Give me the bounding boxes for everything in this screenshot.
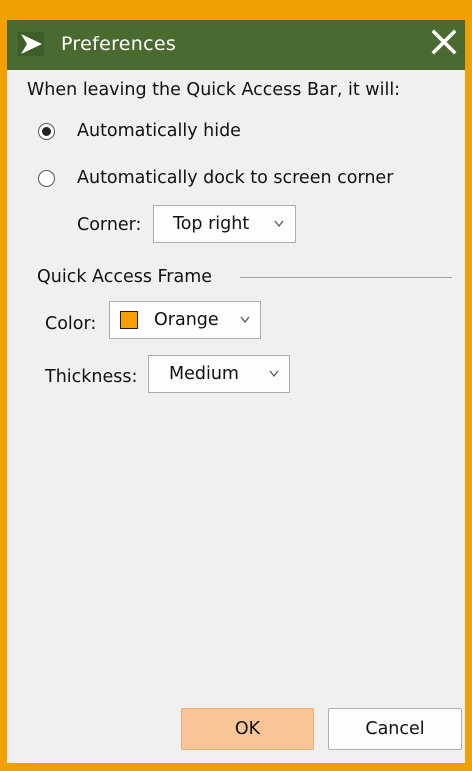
chevron-down-icon — [274, 220, 284, 228]
color-dropdown-value: Orange — [154, 310, 219, 330]
preferences-window: Preferences When leaving the Quick Acces… — [0, 0, 472, 771]
thickness-dropdown-value: Medium — [169, 364, 239, 384]
group-label-quick-access-frame: Quick Access Frame — [37, 267, 213, 287]
behavior-prompt: When leaving the Quick Access Bar, it wi… — [27, 80, 401, 100]
orange-color-swatch — [120, 311, 138, 329]
corner-dropdown-value: Top right — [173, 214, 250, 234]
thickness-dropdown[interactable]: Medium — [148, 355, 290, 393]
ok-button[interactable]: OK — [181, 708, 314, 750]
play-chevron-icon — [18, 32, 44, 56]
close-button[interactable] — [423, 20, 465, 70]
radio-automatically-hide[interactable] — [38, 123, 55, 140]
cancel-button[interactable]: Cancel — [328, 708, 462, 750]
chevron-down-icon — [269, 370, 279, 378]
corner-label: Corner: — [77, 215, 142, 235]
window-title: Preferences — [61, 33, 177, 55]
option-label-dock[interactable]: Automatically dock to screen corner — [77, 167, 393, 189]
corner-dropdown[interactable]: Top right — [153, 205, 296, 243]
color-label: Color: — [45, 314, 97, 334]
radio-selected-dot — [42, 127, 51, 136]
title-bar[interactable]: Preferences — [7, 0, 465, 70]
thickness-label: Thickness: — [45, 367, 138, 387]
close-x-icon — [431, 29, 457, 55]
group-divider — [240, 277, 452, 278]
color-dropdown[interactable]: Orange — [109, 301, 261, 339]
option-label-hide[interactable]: Automatically hide — [77, 120, 241, 142]
radio-dock-to-corner[interactable] — [38, 170, 55, 187]
chevron-down-icon — [240, 316, 250, 324]
